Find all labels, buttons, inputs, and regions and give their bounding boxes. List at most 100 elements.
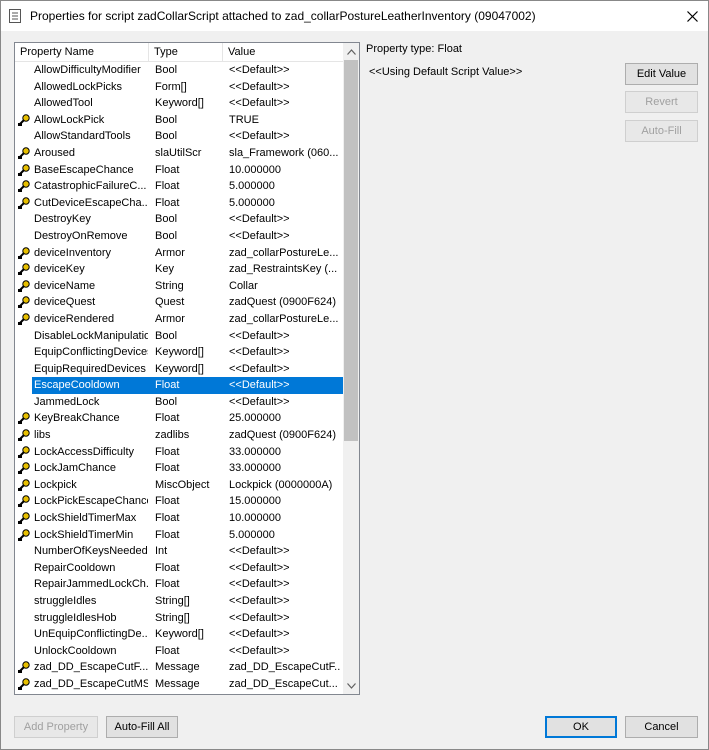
table-row[interactable]: LockShieldTimerMin Float 5.000000	[15, 527, 343, 544]
table-row[interactable]: RepairJammedLockCh... Float <<Default>>	[15, 576, 343, 593]
table-row[interactable]: deviceInventory Armor zad_collarPostureLe.…	[15, 245, 343, 262]
property-filled-icon	[17, 295, 31, 309]
scroll-down-button[interactable]	[343, 677, 359, 694]
property-type-cell: Float	[155, 561, 180, 574]
property-name-cell: RepairJammedLockCh...	[34, 578, 148, 591]
scroll-up-button[interactable]	[343, 43, 359, 60]
property-value-cell: <<Default>>	[229, 213, 290, 226]
table-row[interactable]: struggleIdles String[] <<Default>>	[15, 593, 343, 610]
table-row[interactable]: Lockpick MiscObject Lockpick (0000000A)	[15, 477, 343, 494]
title-bar[interactable]: Properties for script zadCollarScript at…	[1, 1, 708, 31]
ok-button[interactable]: OK	[545, 716, 617, 738]
property-value-cell: 10.000000	[229, 163, 281, 176]
property-value-cell: <<Default>>	[229, 595, 290, 607]
property-name-cell: BaseEscapeChance	[34, 163, 134, 176]
property-filled-icon	[17, 312, 31, 326]
table-row[interactable]: LockAccessDifficulty Float 33.000000	[15, 444, 343, 461]
table-row[interactable]: zad_DD_EscapeCutMSG Message zad_DD_EscapeC…	[15, 676, 343, 693]
script-app-icon	[9, 9, 21, 23]
property-name-cell: DestroyKey	[34, 213, 91, 226]
table-row[interactable]: AllowedLockPicks Form[] <<Default>>	[15, 79, 343, 96]
property-value-cell: 33.000000	[229, 445, 281, 458]
property-list[interactable]: Property Name Type Value AllowDifficulty…	[14, 42, 360, 695]
property-type-cell: Float	[155, 512, 180, 525]
add-property-button[interactable]: Add Property	[14, 716, 98, 738]
close-button[interactable]	[677, 1, 708, 31]
property-name-cell: deviceName	[34, 279, 96, 292]
table-row[interactable]: Aroused slaUtilScr sla_Framework (060...	[15, 145, 343, 162]
vertical-scrollbar[interactable]	[343, 43, 359, 694]
property-filled-icon	[17, 445, 31, 459]
cancel-button[interactable]: Cancel	[625, 716, 698, 738]
table-row[interactable]: AllowDifficultyModifier Bool <<Default>>	[15, 62, 343, 79]
table-row[interactable]: LockJamChance Float 33.000000	[15, 460, 343, 477]
property-value-cell: zad_DD_EscapeCut...	[229, 677, 338, 690]
properties-dialog: Properties for script zadCollarScript at…	[0, 0, 709, 750]
property-name-cell: deviceKey	[34, 263, 85, 276]
table-row[interactable]: deviceName String Collar	[15, 278, 343, 295]
table-row[interactable]: CatastrophicFailureC... Float 5.000000	[15, 178, 343, 195]
table-row[interactable]: zad_DD_EscapeCutF... Message zad_DD_Escape…	[15, 659, 343, 676]
property-filled-icon	[17, 163, 31, 177]
property-name-cell: zad_DD_EscapeCutF...	[34, 661, 148, 674]
property-filled-icon	[17, 461, 31, 475]
property-rows: AllowDifficultyModifier Bool <<Default>> Al…	[15, 62, 343, 693]
table-row[interactable]: EscapeCooldown Float <<Default>>	[15, 377, 343, 394]
property-filled-icon	[17, 478, 31, 492]
table-row[interactable]: LockShieldTimerMax Float 10.000000	[15, 510, 343, 527]
table-row[interactable]: UnlockCooldown Float <<Default>>	[15, 643, 343, 660]
property-value-cell: <<Default>>	[229, 64, 290, 76]
table-row[interactable]: CutDeviceEscapeCha... Float 5.000000	[15, 195, 343, 212]
property-value-cell: zadQuest (0900F624)	[229, 429, 337, 442]
table-row[interactable]: DestroyOnRemove Bool <<Default>>	[15, 228, 343, 245]
property-name-cell: EquipRequiredDevices	[34, 362, 146, 375]
table-row[interactable]: RepairCooldown Float <<Default>>	[15, 560, 343, 577]
property-type-cell: Float	[155, 528, 180, 541]
property-filled-icon	[17, 411, 31, 425]
property-name-cell: NumberOfKeysNeeded	[34, 545, 148, 558]
edit-value-button[interactable]: Edit Value	[625, 63, 698, 85]
table-row[interactable]: deviceQuest Quest zadQuest (0900F624)	[15, 294, 343, 311]
property-name-cell: LockAccessDifficulty	[34, 445, 135, 458]
scrollbar-thumb[interactable]	[344, 60, 358, 441]
property-type-cell: String[]	[155, 595, 190, 607]
property-type-cell: Bool	[155, 229, 178, 242]
table-row[interactable]: deviceKey Key zad_RestraintsKey (...	[15, 261, 343, 278]
table-row[interactable]: KeyBreakChance Float 25.000000	[15, 410, 343, 427]
property-filled-icon	[17, 511, 31, 525]
table-row[interactable]: AllowLockPick Bool TRUE	[15, 112, 343, 129]
auto-fill-button[interactable]: Auto-Fill	[625, 120, 698, 142]
table-row[interactable]: BaseEscapeChance Float 10.000000	[15, 162, 343, 179]
column-header-type[interactable]: Type	[149, 43, 223, 61]
property-value-cell: 5.000000	[229, 196, 275, 209]
property-value-cell: 5.000000	[229, 528, 275, 541]
property-type-cell: Key	[155, 263, 174, 276]
auto-fill-all-button[interactable]: Auto-Fill All	[106, 716, 178, 738]
property-value-text: <<Using Default Script Value>>	[369, 66, 523, 78]
property-name-cell: KeyBreakChance	[34, 412, 120, 425]
column-header-value[interactable]: Value	[223, 43, 343, 61]
revert-button[interactable]: Revert	[625, 91, 698, 113]
property-filled-icon	[17, 660, 31, 674]
table-row[interactable]: DestroyKey Bool <<Default>>	[15, 211, 343, 228]
table-row[interactable]: JammedLock Bool <<Default>>	[15, 394, 343, 411]
table-row[interactable]: NumberOfKeysNeeded Int <<Default>>	[15, 543, 343, 560]
table-row[interactable]: LockPickEscapeChance Float 15.000000	[15, 493, 343, 510]
table-row[interactable]: UnEquipConflictingDe... Keyword[] <<Defaul…	[15, 626, 343, 643]
column-header-property-name[interactable]: Property Name	[15, 43, 149, 61]
property-name-cell: AllowedTool	[34, 97, 93, 110]
table-row[interactable]: DisableLockManipulation Bool <<Default>>	[15, 328, 343, 345]
table-row[interactable]: struggleIdlesHob String[] <<Default>>	[15, 610, 343, 627]
table-row[interactable]: AllowStandardTools Bool <<Default>>	[15, 128, 343, 145]
table-row[interactable]: libs zadlibs zadQuest (0900F624)	[15, 427, 343, 444]
property-filled-icon	[17, 528, 31, 542]
table-row[interactable]: AllowedTool Keyword[] <<Default>>	[15, 95, 343, 112]
chevron-up-icon	[346, 48, 356, 55]
table-row[interactable]: EquipRequiredDevices Keyword[] <<Default>>	[15, 361, 343, 378]
table-row[interactable]: deviceRendered Armor zad_collarPostureLe..…	[15, 311, 343, 328]
table-row[interactable]: EquipConflictingDevices Keyword[] <<Defaul…	[15, 344, 343, 361]
property-value-cell: Collar	[229, 279, 258, 292]
property-name-cell: deviceRendered	[34, 312, 115, 325]
property-filled-icon	[17, 113, 31, 127]
property-name-cell: DestroyOnRemove	[34, 229, 128, 242]
